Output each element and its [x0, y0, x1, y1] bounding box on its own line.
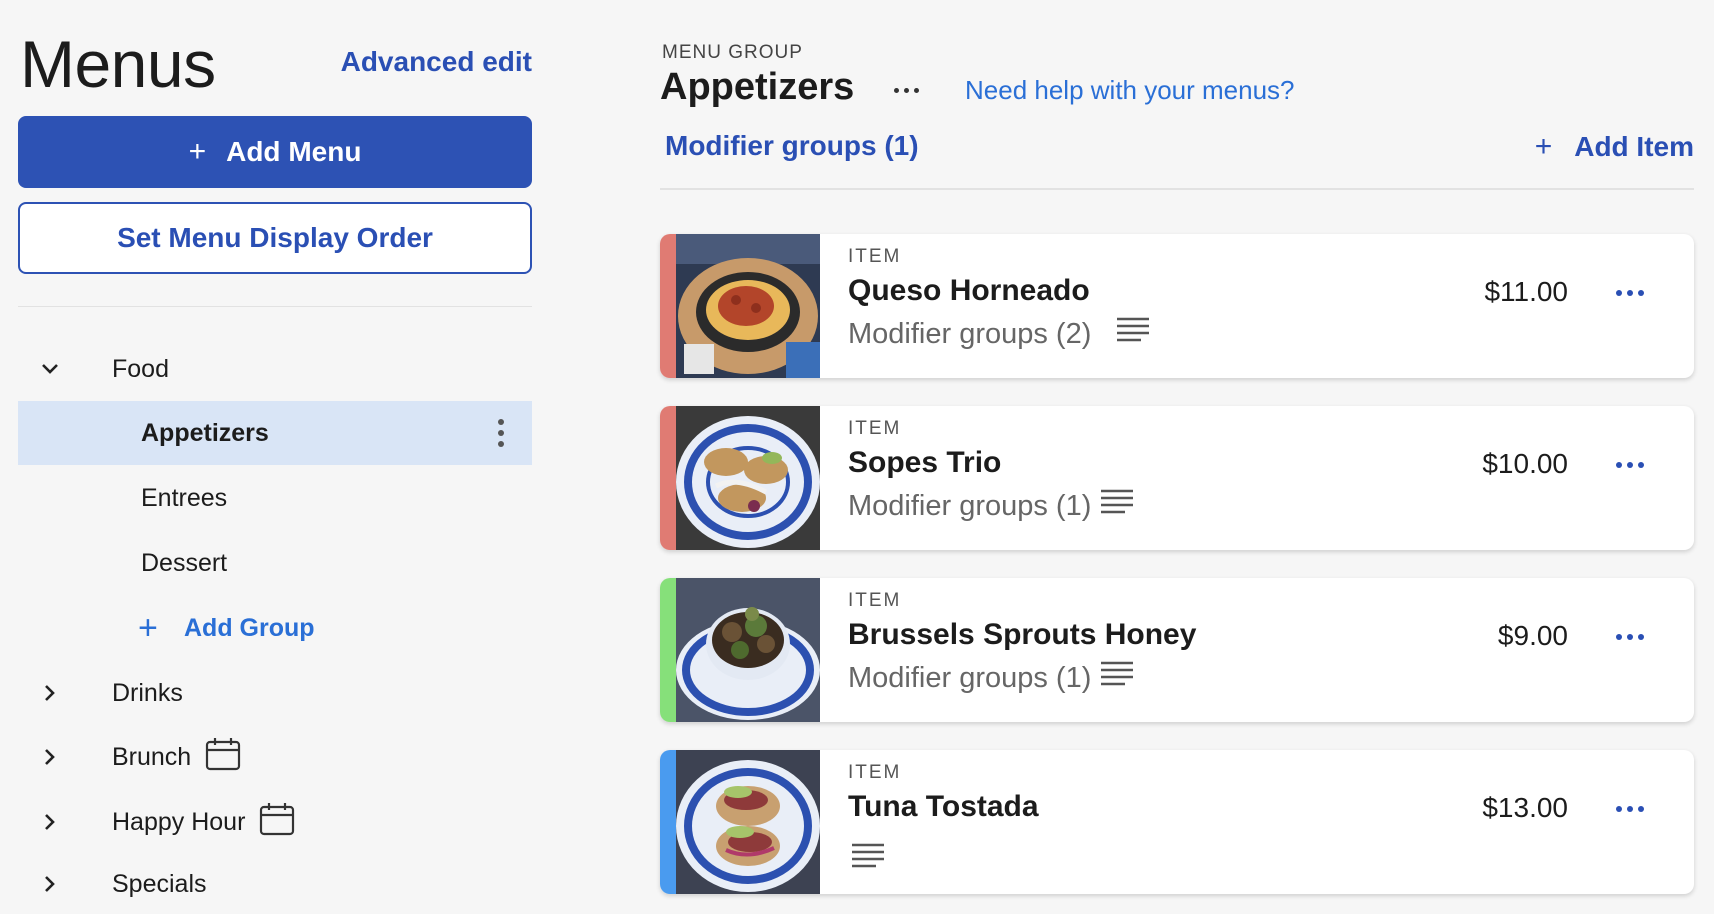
chevron-down-icon[interactable]	[40, 359, 60, 379]
item-price: $9.00	[1497, 620, 1568, 651]
add-menu-button[interactable]: + Add Menu	[18, 116, 532, 188]
menu-item-specials[interactable]: Specials	[18, 852, 532, 914]
menu-item-brunch-label-wrap: Brunch	[112, 737, 241, 778]
add-item-button[interactable]: + Add Item	[1535, 130, 1694, 164]
group-item-appetizers[interactable]: Appetizers	[18, 401, 532, 465]
add-menu-label: Add Menu	[226, 136, 362, 167]
calendar-icon	[259, 802, 295, 843]
add-group-button[interactable]: + Add Group	[18, 596, 532, 660]
calendar-icon	[205, 737, 241, 778]
chevron-right-icon[interactable]	[40, 812, 60, 832]
menu-item-label: Food	[112, 354, 169, 383]
item-modifiers: Modifier groups (1)	[848, 660, 1134, 696]
group-item-dessert[interactable]: Dessert	[18, 531, 532, 595]
menu-item-label: Drinks	[112, 678, 183, 707]
chevron-right-icon[interactable]	[40, 747, 60, 767]
chevron-right-icon[interactable]	[40, 683, 60, 703]
group-item-label: Appetizers	[141, 418, 269, 447]
menu-item-label: Happy Hour	[112, 807, 246, 836]
sidebar: Menus Advanced edit + Add Menu Set Menu …	[18, 0, 532, 914]
item-kind: ITEM	[848, 246, 902, 267]
advanced-edit-link[interactable]: Advanced edit	[341, 46, 532, 78]
color-stripe	[660, 578, 676, 722]
menu-item-happy-hour-label-wrap: Happy Hour	[112, 802, 295, 843]
add-group-label: Add Group	[184, 613, 315, 642]
item-modifiers: Modifier groups (2)	[848, 316, 1150, 352]
modifier-groups-link[interactable]: Modifier groups (1)	[665, 130, 919, 162]
color-stripe	[660, 406, 676, 550]
more-horizontal-icon[interactable]	[1616, 806, 1644, 812]
item-price: $10.00	[1482, 448, 1568, 479]
description-lines-icon	[1101, 660, 1134, 696]
item-kind: ITEM	[848, 418, 902, 439]
plus-icon: +	[138, 608, 158, 647]
chevron-right-icon[interactable]	[40, 874, 60, 894]
item-price: $13.00	[1482, 792, 1568, 823]
plus-icon: +	[188, 135, 207, 168]
section-eyebrow: MENU GROUP	[662, 42, 803, 63]
add-item-label: Add Item	[1574, 131, 1694, 162]
item-kind: ITEM	[848, 762, 902, 783]
menu-item-drinks[interactable]: Drinks	[18, 661, 532, 725]
color-stripe	[660, 234, 676, 378]
item-name: Brussels Sprouts Honey	[848, 618, 1197, 651]
item-card[interactable]: ITEM Queso Horneado Modifier groups (2) …	[660, 234, 1694, 378]
item-modifiers-label: Modifier groups (1)	[848, 661, 1092, 694]
item-photo	[676, 750, 820, 894]
more-horizontal-icon[interactable]	[894, 88, 919, 93]
description-lines-icon	[852, 842, 884, 875]
help-link[interactable]: Need help with your menus?	[965, 75, 1295, 106]
menu-item-brunch[interactable]: Brunch	[18, 725, 532, 789]
menu-item-label: Brunch	[112, 742, 192, 771]
item-kind: ITEM	[848, 590, 902, 611]
group-item-label: Entrees	[141, 483, 228, 512]
page-title: Menus	[20, 27, 216, 101]
more-horizontal-icon[interactable]	[1616, 462, 1644, 468]
more-vertical-icon[interactable]	[498, 419, 504, 447]
set-menu-display-order-button[interactable]: Set Menu Display Order	[18, 202, 532, 274]
item-price: $11.00	[1484, 276, 1568, 307]
item-name: Queso Horneado	[848, 274, 1090, 307]
item-modifiers: Modifier groups (1)	[848, 488, 1134, 524]
item-photo	[676, 578, 820, 722]
item-card[interactable]: ITEM Sopes Trio Modifier groups (1) $10.…	[660, 406, 1694, 550]
description-lines-icon	[1117, 316, 1150, 352]
more-horizontal-icon[interactable]	[1616, 290, 1644, 296]
item-modifiers-label: Modifier groups (2)	[848, 317, 1092, 350]
color-stripe	[660, 750, 676, 894]
description-lines-icon	[1101, 488, 1134, 524]
main-panel: MENU GROUP Appetizers Need help with you…	[660, 0, 1694, 914]
item-photo	[676, 234, 820, 378]
more-horizontal-icon[interactable]	[1616, 634, 1644, 640]
item-name: Sopes Trio	[848, 446, 1002, 479]
item-card[interactable]: ITEM Tuna Tostada $13.00	[660, 750, 1694, 894]
divider	[18, 306, 532, 307]
item-name: Tuna Tostada	[848, 790, 1039, 823]
group-item-entrees[interactable]: Entrees	[18, 466, 532, 530]
item-modifiers-label: Modifier groups (1)	[848, 489, 1092, 522]
menu-item-label: Specials	[112, 869, 207, 898]
item-card[interactable]: ITEM Brussels Sprouts Honey Modifier gro…	[660, 578, 1694, 722]
group-title: Appetizers	[660, 66, 855, 108]
item-photo	[676, 406, 820, 550]
menu-item-food[interactable]: Food	[18, 337, 532, 401]
menu-item-happy-hour[interactable]: Happy Hour	[18, 790, 532, 854]
plus-icon: +	[1534, 130, 1553, 163]
divider	[660, 188, 1694, 190]
group-item-label: Dessert	[141, 548, 228, 577]
